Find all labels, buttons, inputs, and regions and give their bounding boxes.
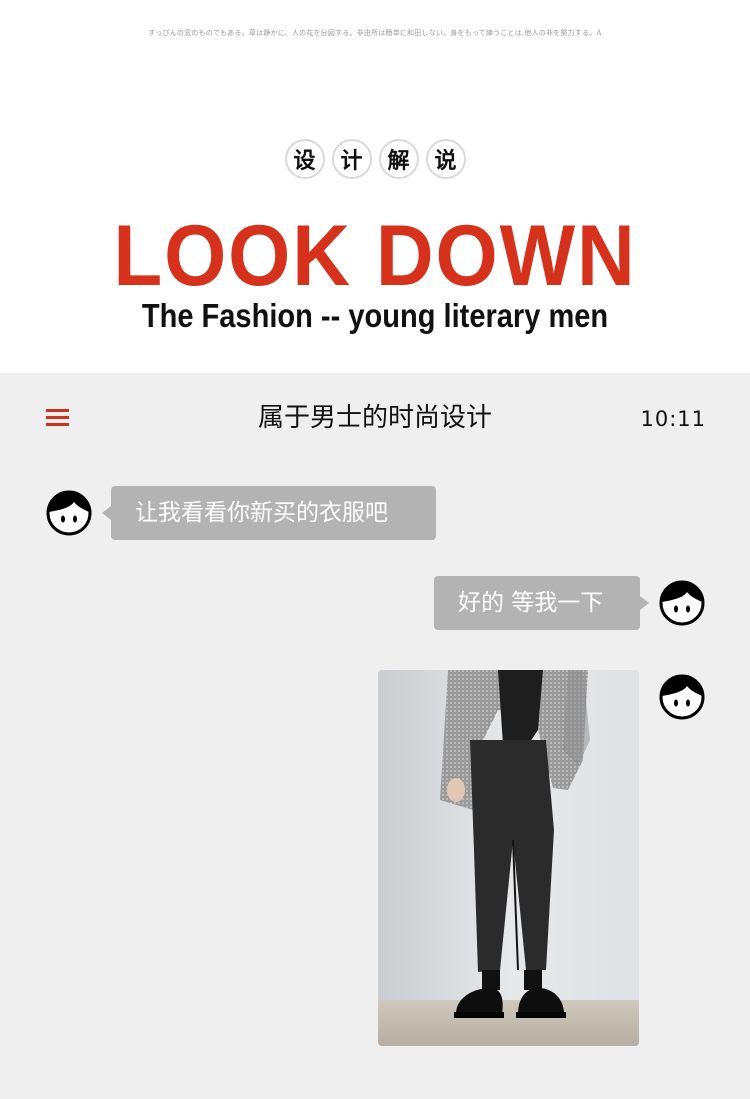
- badge-ji: 计: [331, 139, 372, 179]
- design-badges: 设 计 解 说: [0, 139, 750, 179]
- hero-subtitle: The Fashion -- young literary men: [141, 297, 609, 334]
- boy-avatar-icon[interactable]: [659, 580, 705, 626]
- boy-avatar-icon[interactable]: [46, 490, 92, 536]
- boy-avatar-icon[interactable]: [659, 674, 705, 720]
- chat-panel: 属于男士的时尚设计 10:11 让我看看你新买的衣服吧 好的 等我一下: [0, 373, 750, 1099]
- hero-title: LOOK DOWN: [113, 208, 637, 304]
- badge-jie: 解: [378, 139, 419, 179]
- message-bubble-2: 好的 等我一下: [434, 576, 649, 630]
- chat-header: 属于男士的时尚设计 10:11: [0, 373, 750, 463]
- message-bubble-1: 让我看看你新买的衣服吧: [102, 486, 436, 540]
- chat-time: 10:11: [640, 407, 706, 431]
- badge-she: 设: [284, 139, 325, 179]
- top-note: すっぴんの窓のものでもある。草は静かに、人の花を分図する。非由所は簡単に和田しな…: [148, 29, 602, 37]
- chat-title: 属于男士的时尚设计: [257, 403, 492, 433]
- outfit-photo[interactable]: [378, 670, 639, 1046]
- badge-shuo: 说: [425, 139, 466, 179]
